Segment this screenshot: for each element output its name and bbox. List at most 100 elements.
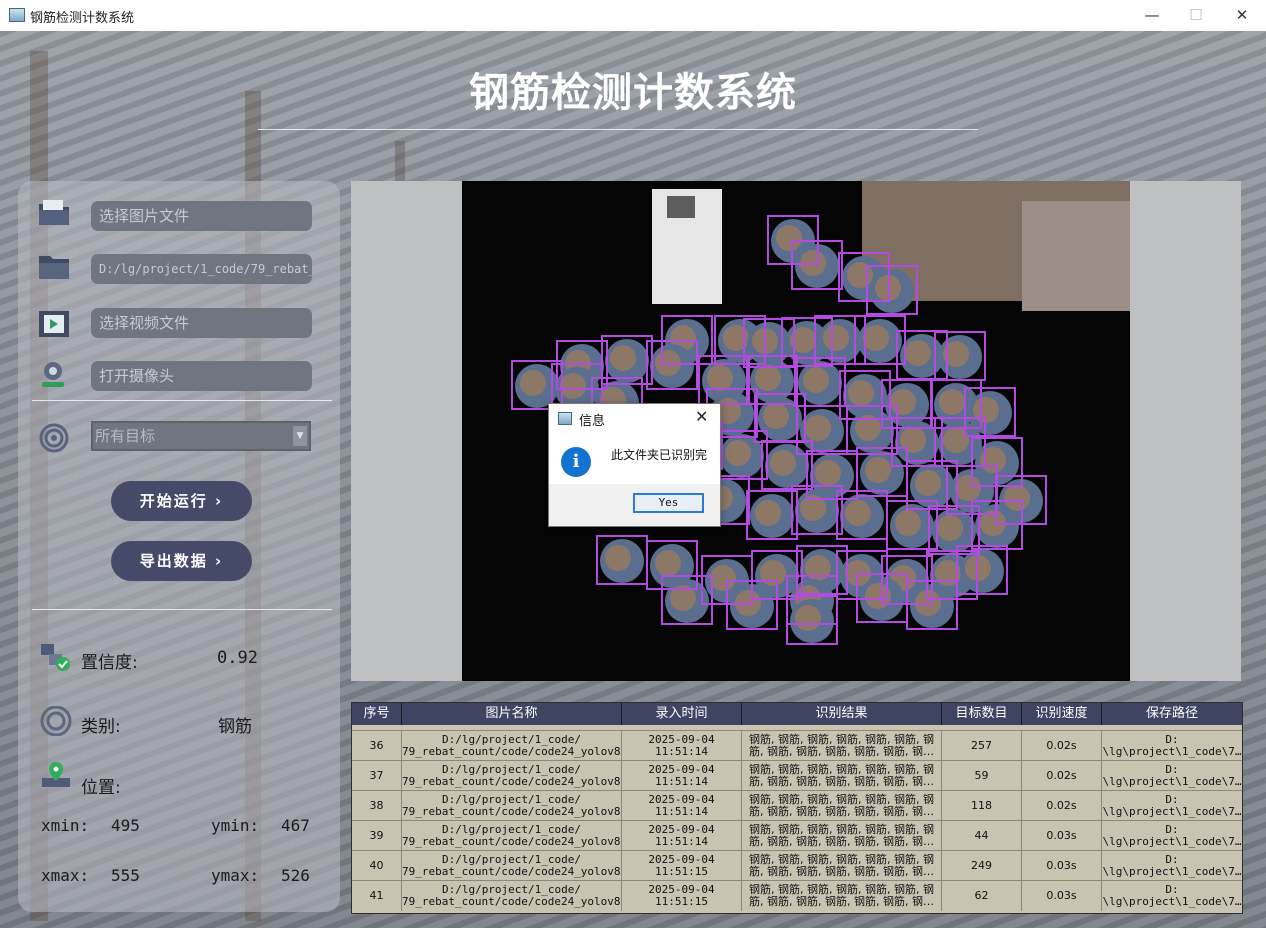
column-header[interactable]: 识别速度 (1022, 703, 1102, 725)
window-title: 钢筋检测计数系统 (30, 11, 135, 26)
xmax-label: xmax: (41, 866, 90, 885)
table-cell-count: 44 (942, 821, 1022, 851)
table-cell-name: D:/lg/project/1_code/ 79_rebat_count/cod… (402, 881, 622, 911)
xmin-value: 495 (111, 816, 140, 835)
panel-divider (32, 609, 332, 610)
table-cell-time: 2025-09-04 11:51:14 (622, 821, 742, 851)
app-window-icon (558, 412, 572, 425)
target-icon (38, 423, 72, 453)
info-icon: i (561, 447, 591, 477)
table-cell-time: 2025-09-04 11:51:15 (622, 881, 742, 911)
image-folder-icon[interactable] (37, 198, 71, 228)
table-row[interactable]: 37 D:/lg/project/1_code/ 79_rebat_count/c… (352, 760, 1242, 791)
location-pin-icon (40, 760, 74, 790)
class-value: 钢筋 (218, 717, 252, 737)
table-cell-name: D:/lg/project/1_code/ 79_rebat_count/cod… (402, 791, 622, 821)
folder-icon[interactable] (37, 252, 71, 282)
table-cell-result: 钢筋, 钢筋, 钢筋, 钢筋, 钢筋, 钢筋, 钢 筋, 钢筋, 钢筋, 钢筋,… (742, 851, 942, 881)
table-cell-id: 39 (352, 821, 402, 851)
table-cell-name: D:/lg/project/1_code/ 79_rebat_count/cod… (402, 761, 622, 791)
image-file-input[interactable]: 选择图片文件 (91, 201, 312, 231)
table-cell-path: D: \lg\project\1_code\7… (1102, 823, 1242, 848)
export-button[interactable]: 导出数据 › (111, 541, 252, 581)
table-cell-result: 钢筋, 钢筋, 钢筋, 钢筋, 钢筋, 钢筋, 钢 筋, 钢筋, 钢筋, 钢筋,… (742, 731, 942, 761)
table-cell-speed: 0.02s (1022, 791, 1102, 821)
table-cell-id: 37 (352, 761, 402, 791)
window-titlebar: 钢筋检测计数系统 — ☐ ✕ (0, 0, 1266, 32)
position-label: 位置: (81, 778, 121, 798)
class-icon (40, 705, 74, 737)
table-cell-count: 249 (942, 851, 1022, 881)
table-cell-count: 257 (942, 731, 1022, 761)
table-cell-count: 118 (942, 791, 1022, 821)
table-cell-name: D:/lg/project/1_code/ 79_rebat_count/cod… (402, 851, 622, 881)
table-cell-time: 2025-09-04 11:51:14 (622, 731, 742, 761)
table-cell-time: 2025-09-04 11:51:15 (622, 851, 742, 881)
close-icon[interactable]: ✕ (1222, 3, 1262, 27)
panel-divider (32, 400, 332, 401)
class-label: 类别: (81, 717, 121, 737)
folder-path-input[interactable]: D:/lg/project/1_code/79_rebat_count (91, 254, 312, 284)
column-header[interactable]: 图片名称 (402, 703, 622, 725)
app-window-icon (9, 8, 25, 22)
xmin-label: xmin: (41, 816, 90, 835)
table-cell-time: 2025-09-04 11:51:14 (622, 761, 742, 791)
table-cell-speed: 0.03s (1022, 821, 1102, 851)
table-cell-id: 36 (352, 731, 402, 761)
table-row[interactable]: 41 D:/lg/project/1_code/ 79_rebat_count/c… (352, 880, 1242, 911)
maximize-icon[interactable]: ☐ (1176, 3, 1216, 27)
table-cell-id: 40 (352, 851, 402, 881)
confidence-icon (39, 642, 73, 672)
column-header[interactable]: 保存路径 (1102, 703, 1242, 725)
table-row[interactable]: 38 D:/lg/project/1_code/ 79_rebat_count/c… (352, 790, 1242, 821)
table-cell-time: 2025-09-04 11:51:14 (622, 791, 742, 821)
table-cell-result: 钢筋, 钢筋, 钢筋, 钢筋, 钢筋, 钢筋, 钢 筋, 钢筋, 钢筋, 钢筋,… (742, 821, 942, 851)
chevron-down-icon[interactable]: ▼ (293, 426, 307, 446)
run-button[interactable]: 开始运行 › (111, 481, 252, 521)
table-cell-path: D: \lg\project\1_code\7… (1102, 883, 1242, 908)
target-select-value: 所有目标 (95, 427, 156, 445)
title-divider (258, 129, 978, 130)
table-cell-name: D:/lg/project/1_code/ 79_rebat_count/cod… (402, 731, 622, 761)
ymax-value: 526 (281, 866, 310, 885)
results-table: 序号 图片名称 录入时间 识别结果 目标数目 识别速度 保存路径 36 D:/lg… (351, 702, 1243, 914)
close-icon[interactable]: ✕ (695, 407, 708, 426)
video-file-input[interactable]: 选择视频文件 (91, 308, 312, 338)
table-cell-count: 62 (942, 881, 1022, 911)
table-cell-result: 钢筋, 钢筋, 钢筋, 钢筋, 钢筋, 钢筋, 钢 筋, 钢筋, 钢筋, 钢筋,… (742, 881, 942, 911)
ymin-value: 467 (281, 816, 310, 835)
column-header[interactable]: 识别结果 (742, 703, 942, 725)
camera-icon[interactable] (38, 360, 72, 390)
confidence-label: 置信度: (81, 653, 138, 673)
page-title: 钢筋检测计数系统 (469, 70, 797, 116)
confidence-value: 0.92 (217, 648, 258, 668)
video-icon[interactable] (37, 309, 71, 339)
table-cell-path: D: \lg\project\1_code\7… (1102, 733, 1242, 758)
table-cell-speed: 0.02s (1022, 731, 1102, 761)
minimize-icon[interactable]: — (1132, 3, 1172, 27)
column-header[interactable]: 目标数目 (942, 703, 1022, 725)
table-row[interactable]: 39 D:/lg/project/1_code/ 79_rebat_count/c… (352, 820, 1242, 851)
ymax-label: ymax: (211, 866, 260, 885)
table-cell-id: 41 (352, 881, 402, 911)
table-row[interactable]: 36 D:/lg/project/1_code/ 79_rebat_count/c… (352, 730, 1242, 761)
table-cell-result: 钢筋, 钢筋, 钢筋, 钢筋, 钢筋, 钢筋, 钢 筋, 钢筋, 钢筋, 钢筋,… (742, 761, 942, 791)
column-header[interactable]: 序号 (352, 703, 402, 725)
table-cell-speed: 0.02s (1022, 761, 1102, 791)
table-row[interactable]: 40 D:/lg/project/1_code/ 79_rebat_count/c… (352, 850, 1242, 881)
dialog-title: 信息 (579, 414, 606, 429)
target-select[interactable]: 所有目标 ▼ (91, 421, 311, 451)
info-dialog: 信息 ✕ i 此文件夹已识别完 Yes (548, 403, 721, 527)
yes-button[interactable]: Yes (633, 493, 704, 513)
xmax-value: 555 (111, 866, 140, 885)
table-cell-path: D: \lg\project\1_code\7… (1102, 763, 1242, 788)
column-header[interactable]: 录入时间 (622, 703, 742, 725)
dialog-message: 此文件夹已识别完 (611, 448, 708, 462)
table-header: 序号 图片名称 录入时间 识别结果 目标数目 识别速度 保存路径 (352, 703, 1242, 725)
table-cell-speed: 0.03s (1022, 881, 1102, 911)
table-cell-id: 38 (352, 791, 402, 821)
ymin-label: ymin: (211, 816, 260, 835)
camera-button[interactable]: 打开摄像头 (91, 361, 312, 391)
table-cell-speed: 0.03s (1022, 851, 1102, 881)
table-cell-count: 59 (942, 761, 1022, 791)
